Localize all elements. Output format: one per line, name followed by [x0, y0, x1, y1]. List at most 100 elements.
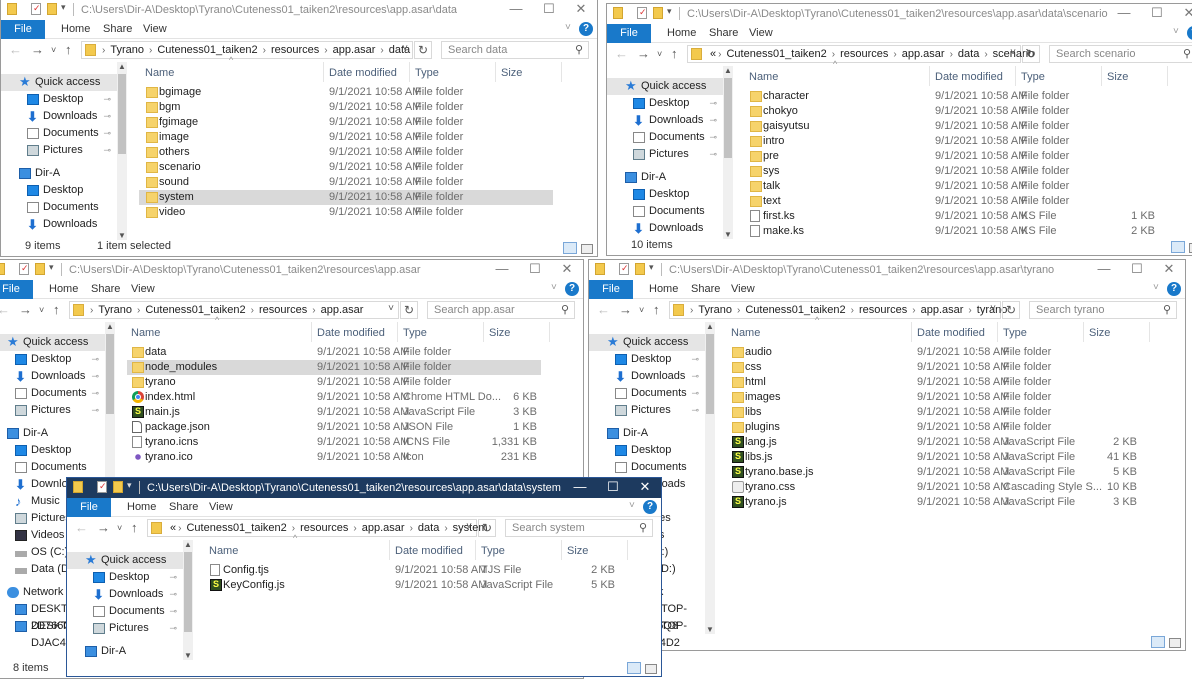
pin-icon[interactable]: ⊸ [169, 620, 177, 637]
breadcrumb-item[interactable]: resources [295, 522, 353, 534]
breadcrumb-item[interactable]: resources [835, 48, 893, 60]
nav-item-dir-a[interactable]: Dir-A [607, 169, 723, 186]
nav-item-pictures[interactable]: Pictures ⊸ [1, 142, 117, 159]
scrollbar-thumb[interactable] [118, 74, 126, 154]
tab-file[interactable]: File [589, 280, 633, 299]
pin-icon[interactable]: ⊸ [691, 351, 699, 368]
column-header-date-modified[interactable]: Date modified [917, 324, 985, 342]
file-name[interactable]: character [763, 90, 809, 103]
properties-icon[interactable] [31, 3, 41, 15]
close-button[interactable]: ✕ [1179, 5, 1192, 21]
column-header-type[interactable]: Type [481, 542, 505, 560]
file-name[interactable]: talk [763, 180, 780, 193]
column-divider[interactable] [397, 322, 398, 342]
file-row[interactable]: node_modules 9/1/2021 10:58 AM File folder [127, 360, 541, 375]
search-input[interactable]: Search tyrano ⚲ [1029, 301, 1177, 319]
file-row[interactable]: bgimage 9/1/2021 10:58 AM File folder [139, 85, 553, 100]
pin-icon[interactable]: ⊸ [709, 146, 717, 163]
column-header-name[interactable]: Name [749, 68, 778, 86]
file-name[interactable]: make.ks [763, 225, 804, 238]
file-name[interactable]: package.json [145, 421, 210, 434]
nav-item-documents[interactable]: Documents ⊸ [1, 125, 117, 142]
file-name[interactable]: main.js [145, 406, 180, 419]
file-name[interactable]: fgimage [159, 116, 198, 129]
tab-view[interactable]: View [209, 498, 233, 517]
nav-item-dir-a[interactable]: Dir-A [67, 643, 183, 660]
scrollbar-thumb[interactable] [724, 78, 732, 158]
new-folder-icon[interactable] [653, 7, 663, 19]
nav-item-quick-access[interactable]: ★ Quick access [607, 78, 723, 95]
file-name[interactable]: css [745, 361, 762, 374]
file-row[interactable]: libs.js 9/1/2021 10:58 AMJavaScript File 4… [727, 450, 1141, 465]
properties-icon[interactable] [637, 7, 647, 19]
breadcrumb-item[interactable]: data [384, 44, 415, 56]
help-icon[interactable]: ? [579, 22, 593, 36]
close-button[interactable]: ✕ [571, 1, 591, 17]
nav-scrollbar[interactable]: ▲▼ [723, 66, 733, 239]
customize-toolbar-dropdown-icon[interactable]: ▾ [667, 6, 672, 17]
forward-button[interactable]: → [97, 520, 110, 535]
recent-locations-button[interactable]: ˅ [639, 305, 644, 315]
breadcrumb-item[interactable]: resources [254, 304, 312, 316]
scroll-up-icon[interactable]: ▲ [723, 66, 733, 75]
maximize-button[interactable]: ☐ [539, 1, 559, 17]
column-divider[interactable] [911, 322, 912, 342]
file-row[interactable]: images 9/1/2021 10:58 AM File folder [727, 390, 1141, 405]
minimize-button[interactable]: — [506, 1, 526, 16]
nav-item-desktop[interactable]: Desktop ⊸ [1, 91, 117, 108]
tab-home[interactable]: Home [127, 498, 156, 517]
address-dropdown-icon[interactable]: ˅ [990, 303, 996, 314]
details-view-button[interactable] [563, 242, 577, 254]
customize-toolbar-dropdown-icon[interactable]: ▾ [61, 2, 66, 13]
nav-item-pictures[interactable]: Pictures ⊸ [607, 146, 723, 163]
nav-item-desktop[interactable]: Desktop [0, 442, 105, 459]
breadcrumb-item[interactable]: resources [854, 304, 912, 316]
tab-view[interactable]: View [731, 280, 755, 299]
pin-icon[interactable]: ⊸ [691, 402, 699, 419]
breadcrumb-overflow[interactable]: « [708, 48, 718, 60]
nav-item-quick-access[interactable]: ★ Quick access [1, 74, 117, 91]
breadcrumb-item[interactable]: app.asar [316, 304, 369, 316]
address-dropdown-icon[interactable]: ˅ [388, 303, 394, 314]
large-icons-view-button[interactable] [645, 664, 657, 674]
pin-icon[interactable]: ⊸ [103, 142, 111, 159]
refresh-button[interactable]: ↻ [414, 41, 432, 59]
tab-home[interactable]: Home [49, 280, 78, 299]
file-name[interactable]: sound [159, 176, 189, 189]
breadcrumb-item[interactable]: Tyrano [93, 304, 137, 316]
breadcrumb-overflow[interactable]: « [168, 522, 178, 534]
column-divider[interactable] [1015, 66, 1016, 86]
file-name[interactable]: video [159, 206, 185, 219]
back-button[interactable]: ← [9, 42, 22, 57]
file-name[interactable]: html [745, 376, 766, 389]
search-input[interactable]: Search data ⚲ [441, 41, 589, 59]
minimize-button[interactable]: — [570, 479, 590, 494]
column-header-type[interactable]: Type [403, 324, 427, 342]
help-icon[interactable]: ? [1187, 26, 1192, 40]
file-row[interactable]: fgimage 9/1/2021 10:58 AM File folder [139, 115, 553, 130]
file-name[interactable]: plugins [745, 421, 780, 434]
file-name[interactable]: tyrano.base.js [745, 466, 813, 479]
address-bar[interactable]: › Tyrano › Cuteness01_taiken2 › resources › app… [69, 301, 399, 319]
file-name[interactable]: tyrano.js [745, 496, 787, 509]
column-divider[interactable] [495, 62, 496, 82]
nav-item-documents[interactable]: Documents [589, 459, 705, 476]
nav-item-downloads[interactable]: ⬇ Downloads ⊸ [607, 112, 723, 129]
nav-item-documents[interactable]: Documents ⊸ [607, 129, 723, 146]
file-name[interactable]: images [745, 391, 780, 404]
column-divider[interactable] [409, 62, 410, 82]
file-row[interactable]: tyrano.js 9/1/2021 10:58 AMJavaScript Fil… [727, 495, 1141, 510]
maximize-button[interactable]: ☐ [1127, 261, 1147, 277]
address-bar[interactable]: › Tyrano › Cuteness01_taiken2 › resources › app… [669, 301, 1007, 319]
refresh-button[interactable]: ↻ [400, 301, 418, 319]
file-name[interactable]: chokyo [763, 105, 798, 118]
address-bar[interactable]: «› Cuteness01_taiken2 › resources › app.asar ›… [147, 519, 488, 537]
pin-icon[interactable]: ⊸ [103, 108, 111, 125]
file-row[interactable]: chokyo 9/1/2021 10:58 AM File folder [745, 104, 1159, 119]
column-header-type[interactable]: Type [1003, 324, 1027, 342]
help-icon[interactable]: ? [643, 500, 657, 514]
search-input[interactable]: Search app.asar ⚲ [427, 301, 575, 319]
scroll-up-icon[interactable]: ▲ [117, 62, 127, 71]
tab-share[interactable]: Share [709, 24, 738, 43]
column-divider[interactable] [1149, 322, 1150, 342]
